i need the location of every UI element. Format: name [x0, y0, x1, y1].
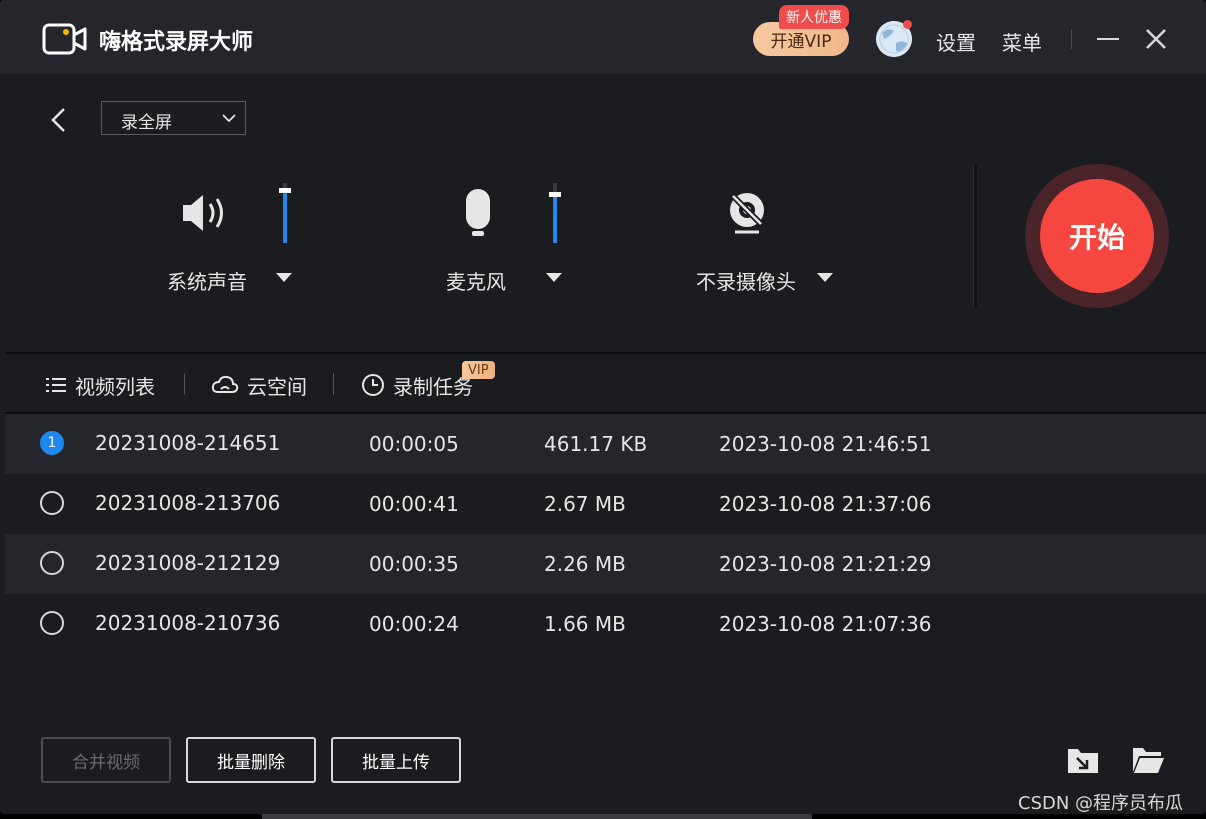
- table-row[interactable]: 20231008-213706 00:00:41 2.67 MB 2023-10…: [5, 474, 1206, 534]
- microphone-icon[interactable]: [463, 187, 493, 239]
- start-record-button[interactable]: 开始: [1040, 179, 1154, 293]
- video-duration: 00:00:41: [369, 492, 459, 516]
- system-sound-volume-slider[interactable]: [279, 183, 291, 243]
- video-time: 2023-10-08 21:07:36: [719, 612, 932, 636]
- cloud-icon: [211, 375, 239, 393]
- batch-delete-button[interactable]: 批量删除: [186, 737, 316, 783]
- app-title: 嗨格式录屏大师: [99, 30, 254, 55]
- video-size: 2.26 MB: [544, 552, 626, 576]
- tab-video-list-label: 视频列表: [75, 374, 155, 399]
- video-name: 20231008-210736: [95, 611, 281, 635]
- camera-dropdown-caret[interactable]: [817, 273, 833, 282]
- system-sound-label[interactable]: 系统声音: [167, 266, 247, 295]
- table-row[interactable]: 1 20231008-214651 00:00:05 461.17 KB 202…: [5, 414, 1206, 474]
- clock-icon: [362, 374, 384, 396]
- video-size: 2.67 MB: [544, 492, 626, 516]
- slider-knob[interactable]: [549, 191, 561, 197]
- minimize-button[interactable]: [1097, 38, 1119, 40]
- row-checkbox[interactable]: [40, 611, 64, 635]
- table-row[interactable]: 20231008-210736 00:00:24 1.66 MB 2023-10…: [5, 594, 1206, 654]
- chevron-down-icon: [222, 114, 236, 123]
- video-duration: 00:00:24: [369, 612, 459, 636]
- camera-off-icon[interactable]: [725, 190, 769, 236]
- row-checkbox[interactable]: [40, 491, 64, 515]
- tab-cloud-space[interactable]: 云空间: [211, 371, 307, 399]
- microphone-dropdown-caret[interactable]: [546, 273, 562, 282]
- close-icon[interactable]: [1145, 28, 1167, 50]
- tab-video-list[interactable]: 视频列表: [45, 371, 155, 399]
- video-duration: 00:00:35: [369, 552, 459, 576]
- tab-record-tasks-label: 录制任务: [393, 374, 473, 399]
- title-bar: 嗨格式录屏大师 开通VIP 新人优惠 设置 菜单: [0, 0, 1206, 74]
- camera-label[interactable]: 不录摄像头: [696, 266, 796, 295]
- batch-upload-button[interactable]: 批量上传: [331, 737, 461, 783]
- row-checkbox[interactable]: 1: [40, 431, 64, 455]
- background-taskbar-strip: [262, 814, 812, 819]
- table-row[interactable]: 20231008-212129 00:00:35 2.26 MB 2023-10…: [5, 534, 1206, 594]
- watermark: CSDN @程序员布瓜: [1018, 793, 1184, 814]
- vip-tag: VIP: [462, 361, 495, 379]
- back-arrow-icon[interactable]: [48, 106, 70, 134]
- record-mode-select[interactable]: 录全屏: [101, 101, 246, 135]
- settings-link[interactable]: 设置: [936, 27, 976, 56]
- app-logo-icon: [42, 23, 87, 55]
- menu-link[interactable]: 菜单: [1002, 27, 1042, 56]
- tab-divider: [333, 373, 334, 395]
- section-divider: [5, 352, 1206, 354]
- video-size: 461.17 KB: [544, 432, 648, 456]
- app-window: 嗨格式录屏大师 开通VIP 新人优惠 设置 菜单 录全屏 系统声音 麦克风 不录…: [0, 0, 1206, 814]
- tab-divider: [184, 373, 185, 395]
- import-folder-icon[interactable]: [1066, 744, 1100, 776]
- slider-fill: [283, 190, 287, 243]
- video-time: 2023-10-08 21:37:06: [719, 492, 932, 516]
- merge-videos-button[interactable]: 合并视频: [41, 737, 171, 783]
- video-name: 20231008-213706: [95, 491, 281, 515]
- microphone-volume-slider[interactable]: [549, 183, 561, 243]
- slider-fill: [553, 193, 557, 243]
- video-name: 20231008-212129: [95, 551, 281, 575]
- record-mode-value: 录全屏: [121, 113, 172, 133]
- list-icon: [46, 378, 66, 392]
- video-size: 1.66 MB: [544, 612, 626, 636]
- notification-dot: [903, 20, 912, 29]
- speaker-icon[interactable]: [180, 190, 234, 236]
- slider-knob[interactable]: [279, 188, 291, 194]
- new-user-promo-badge: 新人优惠: [779, 5, 849, 29]
- system-sound-dropdown-caret[interactable]: [276, 273, 292, 282]
- video-name: 20231008-214651: [95, 431, 281, 455]
- tab-record-tasks[interactable]: 录制任务: [361, 371, 473, 399]
- tab-cloud-space-label: 云空间: [247, 374, 307, 399]
- open-folder-icon[interactable]: [1131, 744, 1165, 776]
- titlebar-divider: [1071, 29, 1072, 49]
- video-time: 2023-10-08 21:46:51: [719, 432, 932, 456]
- row-checkbox[interactable]: [40, 551, 64, 575]
- video-time: 2023-10-08 21:21:29: [719, 552, 932, 576]
- vertical-divider: [973, 164, 977, 307]
- microphone-label[interactable]: 麦克风: [446, 266, 506, 295]
- video-duration: 00:00:05: [369, 432, 459, 456]
